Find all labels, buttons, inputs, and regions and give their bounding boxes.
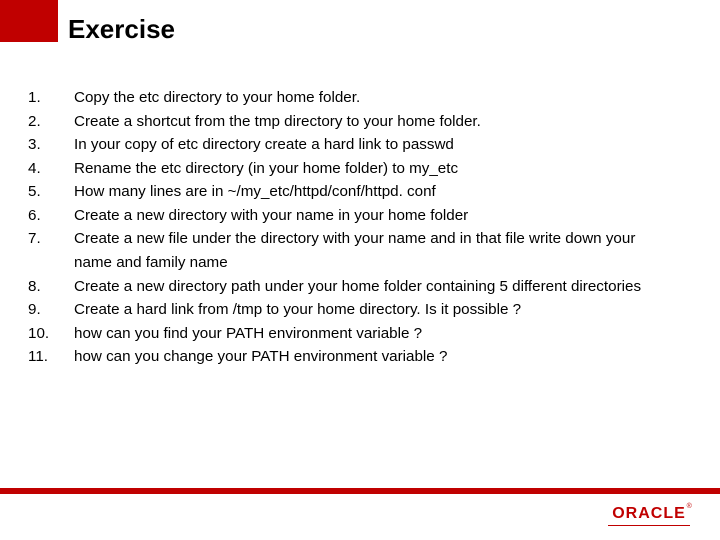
- logo-underline: [608, 525, 690, 527]
- list-item: 9.Create a hard link from /tmp to your h…: [28, 298, 660, 322]
- list-item: 7.Create a new file under the directory …: [28, 227, 660, 274]
- footer-divider: [0, 488, 720, 494]
- item-number: 11.: [28, 345, 74, 369]
- item-text: how can you change your PATH environment…: [74, 345, 660, 369]
- item-text: Create a new directory path under your h…: [74, 275, 660, 299]
- item-number: 4.: [28, 157, 74, 181]
- item-number: 3.: [28, 133, 74, 157]
- item-text: how can you find your PATH environment v…: [74, 322, 660, 346]
- slide-title: Exercise: [68, 14, 175, 45]
- list-item: 11.how can you change your PATH environm…: [28, 345, 660, 369]
- item-text: How many lines are in ~/my_etc/httpd/con…: [74, 180, 660, 204]
- item-text: Create a new directory with your name in…: [74, 204, 660, 228]
- item-number: 6.: [28, 204, 74, 228]
- oracle-logo: ORACLE ®: [608, 505, 690, 527]
- list-item: 4.Rename the etc directory (in your home…: [28, 157, 660, 181]
- item-number: 2.: [28, 110, 74, 134]
- exercise-list: 1.Copy the etc directory to your home fo…: [28, 86, 660, 369]
- list-item: 5.How many lines are in ~/my_etc/httpd/c…: [28, 180, 660, 204]
- item-text: Create a shortcut from the tmp directory…: [74, 110, 660, 134]
- list-item: 1.Copy the etc directory to your home fo…: [28, 86, 660, 110]
- list-item: 6.Create a new directory with your name …: [28, 204, 660, 228]
- item-text: Copy the etc directory to your home fold…: [74, 86, 660, 110]
- slide: Exercise 1.Copy the etc directory to you…: [0, 0, 720, 540]
- item-number: 5.: [28, 180, 74, 204]
- item-text: Create a hard link from /tmp to your hom…: [74, 298, 660, 322]
- item-text: Rename the etc directory (in your home f…: [74, 157, 660, 181]
- list-item: 2.Create a shortcut from the tmp directo…: [28, 110, 660, 134]
- list-item: 10.how can you find your PATH environmen…: [28, 322, 660, 346]
- item-number: 8.: [28, 275, 74, 299]
- item-number: 7.: [28, 227, 74, 274]
- list-item: 3.In your copy of etc directory create a…: [28, 133, 660, 157]
- item-number: 1.: [28, 86, 74, 110]
- list-item: 8.Create a new directory path under your…: [28, 275, 660, 299]
- registered-icon: ®: [687, 503, 692, 510]
- item-number: 9.: [28, 298, 74, 322]
- item-number: 10.: [28, 322, 74, 346]
- accent-block: [0, 0, 58, 42]
- item-text: Create a new file under the directory wi…: [74, 227, 660, 274]
- item-text: In your copy of etc directory create a h…: [74, 133, 660, 157]
- logo-text: ORACLE: [612, 505, 686, 522]
